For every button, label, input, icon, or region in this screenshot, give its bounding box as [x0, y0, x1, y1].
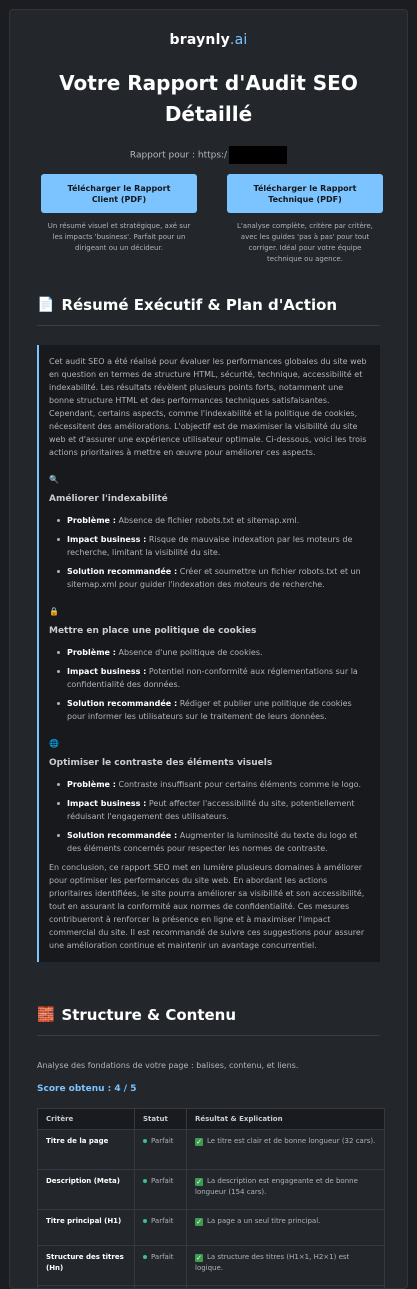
status-cell: À revoir — [135, 1286, 187, 1289]
lock-icon: 🔒 — [49, 605, 370, 615]
status-dot — [143, 1179, 147, 1183]
status-dot — [143, 1139, 147, 1143]
list-item: Solution recommandée : Augmenter la lumi… — [57, 829, 370, 855]
score-label: Score obtenu : 4 / 5 — [10, 1084, 407, 1094]
structure-heading: 🧱 Structure & Contenu — [10, 1006, 407, 1024]
item-key: Solution recommandée : — [67, 699, 177, 708]
summary-intro: Cet audit SEO a été réalisé pour évaluer… — [49, 355, 370, 459]
result-cell: ✓La description est engageante et de bon… — [187, 1170, 385, 1210]
download-client-report-button[interactable]: Télécharger le Rapport Client (PDF) — [41, 174, 197, 213]
page-title: Votre Rapport d'Audit SEO Détaillé — [10, 68, 407, 130]
result-text: La structure des titres (H1×1, H2×1) est… — [195, 1253, 349, 1272]
action-title: Améliorer l'indexabilité — [49, 493, 370, 506]
list-item: Problème : Contraste insuffisant pour ce… — [57, 778, 370, 791]
status-cell: Parfait — [135, 1246, 187, 1286]
check-icon: ✓ — [195, 1138, 203, 1146]
report-url-label: Rapport pour : https:/ — [130, 151, 227, 161]
status-cell: Parfait — [135, 1170, 187, 1210]
status-dot — [143, 1219, 147, 1223]
criteria-table: Critère Statut Résultat & Explication Ti… — [37, 1108, 385, 1289]
brand-logo[interactable]: braynly.ai — [10, 32, 407, 48]
action-list: Problème : Absence de fichier robots.txt… — [49, 514, 370, 591]
summary-heading: 📄 Résumé Exécutif & Plan d'Action — [10, 296, 407, 314]
result-text: Le titre est clair et de bonne longueur … — [207, 1137, 375, 1145]
status-cell: Parfait — [135, 1130, 187, 1170]
table-row: Richesse du contenuÀ revoir✕Le contenu e… — [38, 1286, 385, 1289]
result-text: La page a un seul titre principal. — [207, 1217, 320, 1225]
redacted-url — [229, 146, 287, 164]
structure-intro: Analyse des fondations de votre page : b… — [10, 1061, 407, 1070]
structure-heading-text: Structure & Contenu — [61, 1006, 236, 1024]
executive-summary: Cet audit SEO a été réalisé pour évaluer… — [37, 345, 380, 962]
item-value: Contraste insuffisant pour certains élém… — [116, 780, 361, 789]
item-key: Solution recommandée : — [67, 831, 177, 840]
result-cell: ✓ Le titre est clair et de bonne longueur… — [187, 1130, 385, 1170]
check-icon: ✓ — [195, 1254, 203, 1262]
brick-icon: 🧱 — [37, 1007, 54, 1023]
table-row: Description (Meta) Parfait ✓La description… — [38, 1170, 385, 1210]
status-text: Parfait — [151, 1177, 174, 1185]
status-text: Parfait — [151, 1253, 174, 1261]
summary-heading-text: Résumé Exécutif & Plan d'Action — [61, 296, 337, 314]
technical-report-description: L'analyse complète, critère par critère,… — [227, 221, 383, 265]
column-header: Critère — [38, 1109, 135, 1130]
item-key: Problème : — [67, 516, 116, 525]
item-value: Absence d'une politique de cookies. — [116, 648, 263, 657]
document-icon: 📄 — [37, 297, 54, 313]
list-item: Solution recommandée : Rédiger et publie… — [57, 697, 370, 723]
summary-conclusion: En conclusion, ce rapport SEO met en lum… — [49, 861, 370, 952]
item-key: Impact business : — [67, 535, 146, 544]
download-technical-report-button[interactable]: Télécharger le Rapport Technique (PDF) — [227, 174, 383, 213]
result-cell: ✓ La page a un seul titre principal. — [187, 1210, 385, 1246]
action-list: Problème : Contraste insuffisant pour ce… — [49, 778, 370, 855]
report-page: braynly.ai Votre Rapport d'Audit SEO Dét… — [9, 9, 408, 1289]
column-header: Statut — [135, 1109, 187, 1130]
item-key: Impact business : — [67, 799, 146, 808]
list-item: Impact business : Peut affecter l'access… — [57, 797, 370, 823]
status-text: Parfait — [151, 1137, 174, 1145]
table-row: Titre principal (H1) Parfait ✓ La page a un… — [38, 1210, 385, 1246]
status-text: Parfait — [151, 1217, 174, 1225]
item-key: Solution recommandée : — [67, 567, 177, 576]
item-value: Absence de fichier robots.txt et sitemap… — [116, 516, 299, 525]
result-cell: ✕Le contenu est un peu léger (192 mots). — [187, 1286, 385, 1289]
search-icon: 🔍 — [49, 473, 370, 483]
item-key: Problème : — [67, 648, 116, 657]
result-text: La description est engageante et de bonn… — [195, 1177, 358, 1196]
table-row: Structure des titres (Hn) Parfait ✓La stru… — [38, 1246, 385, 1286]
list-item: Impact business : Risque de mauvaise ind… — [57, 533, 370, 559]
criterion-cell: Description (Meta) — [38, 1170, 135, 1210]
list-item: Impact business : Potentiel non-conformi… — [57, 665, 370, 691]
list-item: Problème : Absence d'une politique de co… — [57, 646, 370, 659]
criterion-cell: Richesse du contenu — [38, 1286, 135, 1289]
table-row: Titre de la page Parfait ✓ Le titre est cla… — [38, 1130, 385, 1170]
logo-suffix: .ai — [230, 32, 248, 48]
client-report-description: Un résumé visuel et stratégique, axé sur… — [41, 221, 197, 254]
list-item: Solution recommandée : Créer et soumettr… — [57, 565, 370, 591]
divider — [37, 1035, 380, 1036]
check-icon: ✓ — [195, 1218, 203, 1226]
check-icon: ✓ — [195, 1178, 203, 1186]
action-title: Optimiser le contraste des éléments visu… — [49, 757, 370, 770]
divider — [37, 325, 380, 326]
globe-icon: 🌐 — [49, 737, 370, 747]
status-cell: Parfait — [135, 1210, 187, 1246]
status-dot — [143, 1255, 147, 1259]
column-header: Résultat & Explication — [187, 1109, 385, 1130]
table-header-row: Critère Statut Résultat & Explication — [38, 1109, 385, 1130]
action-list: Problème : Absence d'une politique de co… — [49, 646, 370, 723]
criterion-cell: Structure des titres (Hn) — [38, 1246, 135, 1286]
criterion-cell: Titre de la page — [38, 1130, 135, 1170]
result-cell: ✓La structure des titres (H1×1, H2×1) es… — [187, 1246, 385, 1286]
action-title: Mettre en place une politique de cookies — [49, 625, 370, 638]
criterion-cell: Titre principal (H1) — [38, 1210, 135, 1246]
item-key: Impact business : — [67, 667, 146, 676]
list-item: Problème : Absence de fichier robots.txt… — [57, 514, 370, 527]
logo-brand: braynly — [170, 32, 230, 48]
report-url: Rapport pour : https:/ — [10, 146, 407, 164]
item-key: Problème : — [67, 780, 116, 789]
download-buttons: Télécharger le Rapport Client (PDF) Un r… — [10, 174, 407, 265]
